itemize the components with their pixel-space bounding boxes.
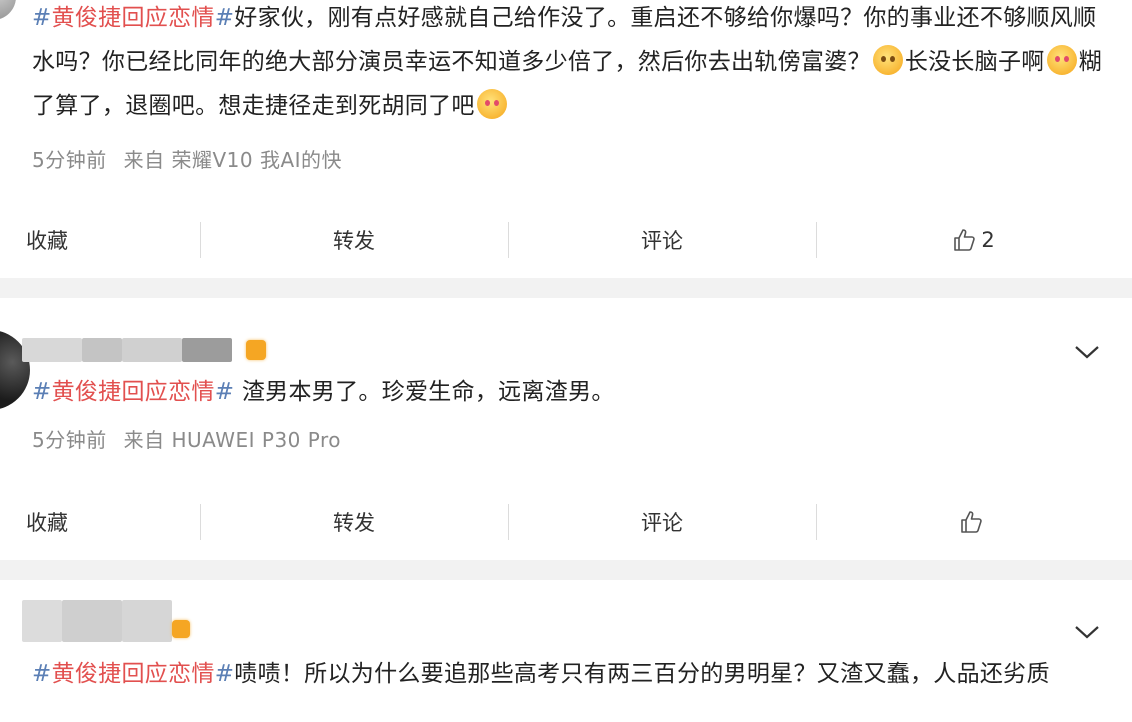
divider: [816, 504, 817, 540]
favorite-button[interactable]: 收藏: [0, 494, 200, 550]
comment-button[interactable]: 评论: [508, 494, 816, 550]
thumbs-up-icon: [961, 511, 982, 533]
divider: [508, 222, 509, 258]
username-blurred[interactable]: [22, 338, 272, 362]
favorite-button[interactable]: 收藏: [0, 212, 200, 268]
comment-button[interactable]: 评论: [508, 212, 816, 268]
like-button[interactable]: [816, 494, 1132, 550]
hashtag-link[interactable]: #黄俊捷回应恋情#: [32, 661, 234, 687]
emoji-sweat-icon: [872, 45, 903, 75]
emoji-sweat-icon: [1046, 45, 1077, 75]
action-bar: 收藏 转发 评论 2: [0, 212, 1132, 268]
like-button[interactable]: 2: [816, 212, 1132, 268]
source-device: 来自 荣耀V10 我AI的快: [123, 148, 343, 172]
chevron-down-icon[interactable]: [1074, 344, 1100, 360]
repost-button[interactable]: 转发: [200, 212, 508, 268]
thumbs-up-icon: [954, 229, 976, 251]
comment-text: #黄俊捷回应恋情#啧啧！所以为什么要追那些高考只有两三百分的男明星？又渣又蠢，人…: [32, 661, 1050, 687]
section-divider: [0, 278, 1132, 298]
comment-text: #黄俊捷回应恋情# 渣男本男了。珍爱生命，远离渣男。: [32, 379, 615, 405]
action-bar: 收藏 转发 评论: [0, 494, 1132, 550]
avatar[interactable]: [0, 0, 16, 20]
comment-card: #黄俊捷回应恋情#啧啧！所以为什么要追那些高考只有两三百分的男明星？又渣又蠢，人…: [0, 580, 1132, 722]
chevron-down-icon[interactable]: [1074, 624, 1100, 640]
hashtag-link[interactable]: #黄俊捷回应恋情#: [32, 5, 234, 31]
comment-card: #黄俊捷回应恋情#好家伙，刚有点好感就自己给作没了。重启还不够给你爆吗？你的事业…: [0, 0, 1132, 278]
section-divider: [0, 560, 1132, 580]
timestamp: 5分钟前: [32, 428, 107, 452]
comment-text: #黄俊捷回应恋情#好家伙，刚有点好感就自己给作没了。重启还不够给你爆吗？你的事业…: [32, 5, 1102, 119]
divider: [200, 222, 201, 258]
divider: [200, 504, 201, 540]
timestamp: 5分钟前: [32, 148, 107, 172]
comment-meta: 5分钟前 来自 HUAWEI P30 Pro: [32, 424, 351, 453]
divider: [508, 504, 509, 540]
hashtag-link[interactable]: #黄俊捷回应恋情#: [32, 379, 234, 405]
comment-card: #黄俊捷回应恋情# 渣男本男了。珍爱生命，远离渣男。 5分钟前 来自 HUAWE…: [0, 298, 1132, 580]
like-count: 2: [981, 228, 995, 252]
vip-badge-icon: [246, 340, 266, 360]
emoji-blush-icon: [476, 89, 507, 119]
comment-feed: #黄俊捷回应恋情#好家伙，刚有点好感就自己给作没了。重启还不够给你爆吗？你的事业…: [0, 0, 1132, 722]
source-device: 来自 HUAWEI P30 Pro: [123, 428, 341, 452]
divider: [816, 222, 817, 258]
repost-button[interactable]: 转发: [200, 494, 508, 550]
comment-meta: 5分钟前 来自 荣耀V10 我AI的快: [32, 144, 352, 173]
vip-badge-icon: [172, 620, 190, 638]
username-blurred[interactable]: [22, 600, 272, 642]
